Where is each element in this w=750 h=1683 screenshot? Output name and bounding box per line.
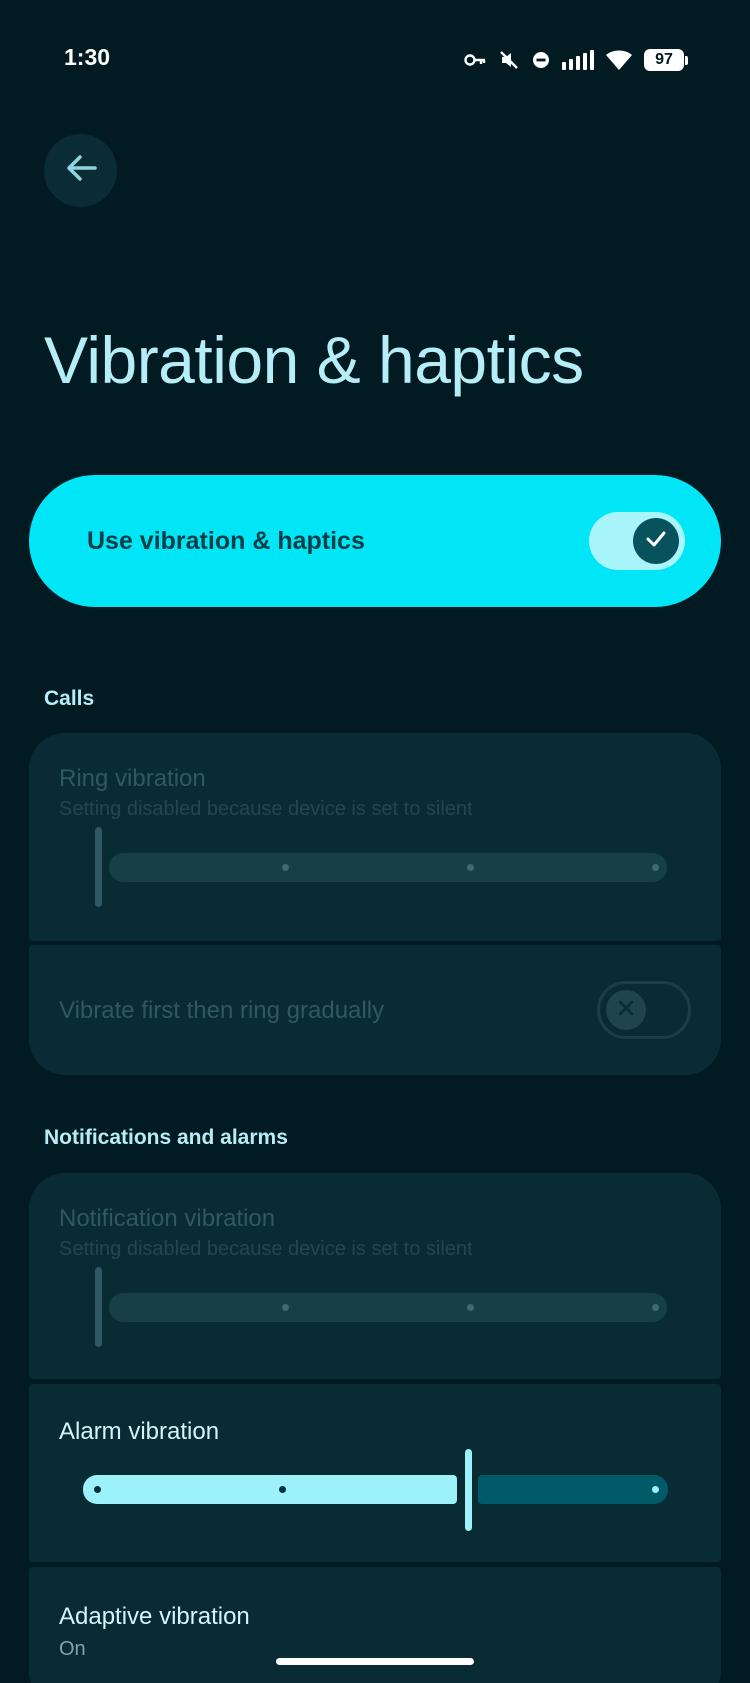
section-header-notifications: Notifications and alarms [44, 1126, 288, 1149]
check-icon [645, 530, 667, 553]
ring-vibration-slider-handle [95, 827, 102, 907]
status-bar: 1:30 97 [0, 0, 750, 120]
notification-vibration-title: Notification vibration [59, 1205, 276, 1232]
notification-vibration-slider-handle [95, 1267, 102, 1347]
page-title: Vibration & haptics [44, 323, 584, 397]
adaptive-vibration-card[interactable]: Adaptive vibration On [29, 1567, 721, 1683]
switch-thumb [633, 518, 679, 564]
slider-tick [282, 864, 289, 871]
alarm-vibration-card: Alarm vibration [29, 1384, 721, 1562]
use-vibration-toggle-card[interactable]: Use vibration & haptics [29, 475, 721, 607]
adaptive-vibration-title: Adaptive vibration [59, 1603, 250, 1630]
slider-tick [467, 864, 474, 871]
battery-icon: 97 [644, 49, 688, 71]
notification-vibration-subtitle: Setting disabled because device is set t… [59, 1238, 473, 1260]
slider-tick [282, 1304, 289, 1311]
slider-tick [279, 1486, 286, 1493]
back-button[interactable] [44, 134, 117, 207]
vibrate-off-icon [498, 49, 520, 71]
alarm-vibration-slider-handle[interactable] [465, 1449, 472, 1531]
use-vibration-label: Use vibration & haptics [87, 527, 365, 555]
status-icons: 97 [464, 46, 688, 74]
switch-thumb [606, 990, 646, 1030]
close-icon [617, 999, 635, 1022]
wifi-icon [606, 50, 632, 70]
adaptive-vibration-value: On [59, 1638, 86, 1660]
slider-tick [652, 1304, 659, 1311]
use-vibration-switch[interactable] [589, 512, 685, 570]
ring-vibration-card: Ring vibration Setting disabled because … [29, 733, 721, 941]
notification-vibration-card: Notification vibration Setting disabled … [29, 1173, 721, 1379]
battery-level: 97 [644, 49, 684, 71]
slider-tick [94, 1486, 101, 1493]
section-header-calls: Calls [44, 687, 95, 710]
ring-vibration-slider [109, 853, 667, 882]
notification-vibration-slider [109, 1293, 667, 1322]
alarm-vibration-title: Alarm vibration [59, 1418, 220, 1445]
arrow-back-icon [65, 154, 97, 187]
ring-vibration-title: Ring vibration [59, 765, 206, 792]
vibrate-first-card: Vibrate first then ring gradually [29, 945, 721, 1075]
ring-vibration-subtitle: Setting disabled because device is set t… [59, 798, 473, 820]
slider-tick [652, 864, 659, 871]
alarm-vibration-slider-inactive-track[interactable] [478, 1475, 668, 1504]
slider-tick [652, 1486, 659, 1493]
status-time: 1:30 [64, 44, 111, 70]
key-icon [464, 53, 486, 67]
alarm-vibration-slider-active-track[interactable] [83, 1475, 457, 1504]
signal-icon [562, 50, 594, 70]
vibrate-first-label: Vibrate first then ring gradually [59, 997, 385, 1024]
slider-tick [467, 1304, 474, 1311]
home-indicator[interactable] [276, 1658, 474, 1665]
do-not-disturb-icon [532, 51, 550, 69]
vibrate-first-switch [597, 981, 691, 1039]
